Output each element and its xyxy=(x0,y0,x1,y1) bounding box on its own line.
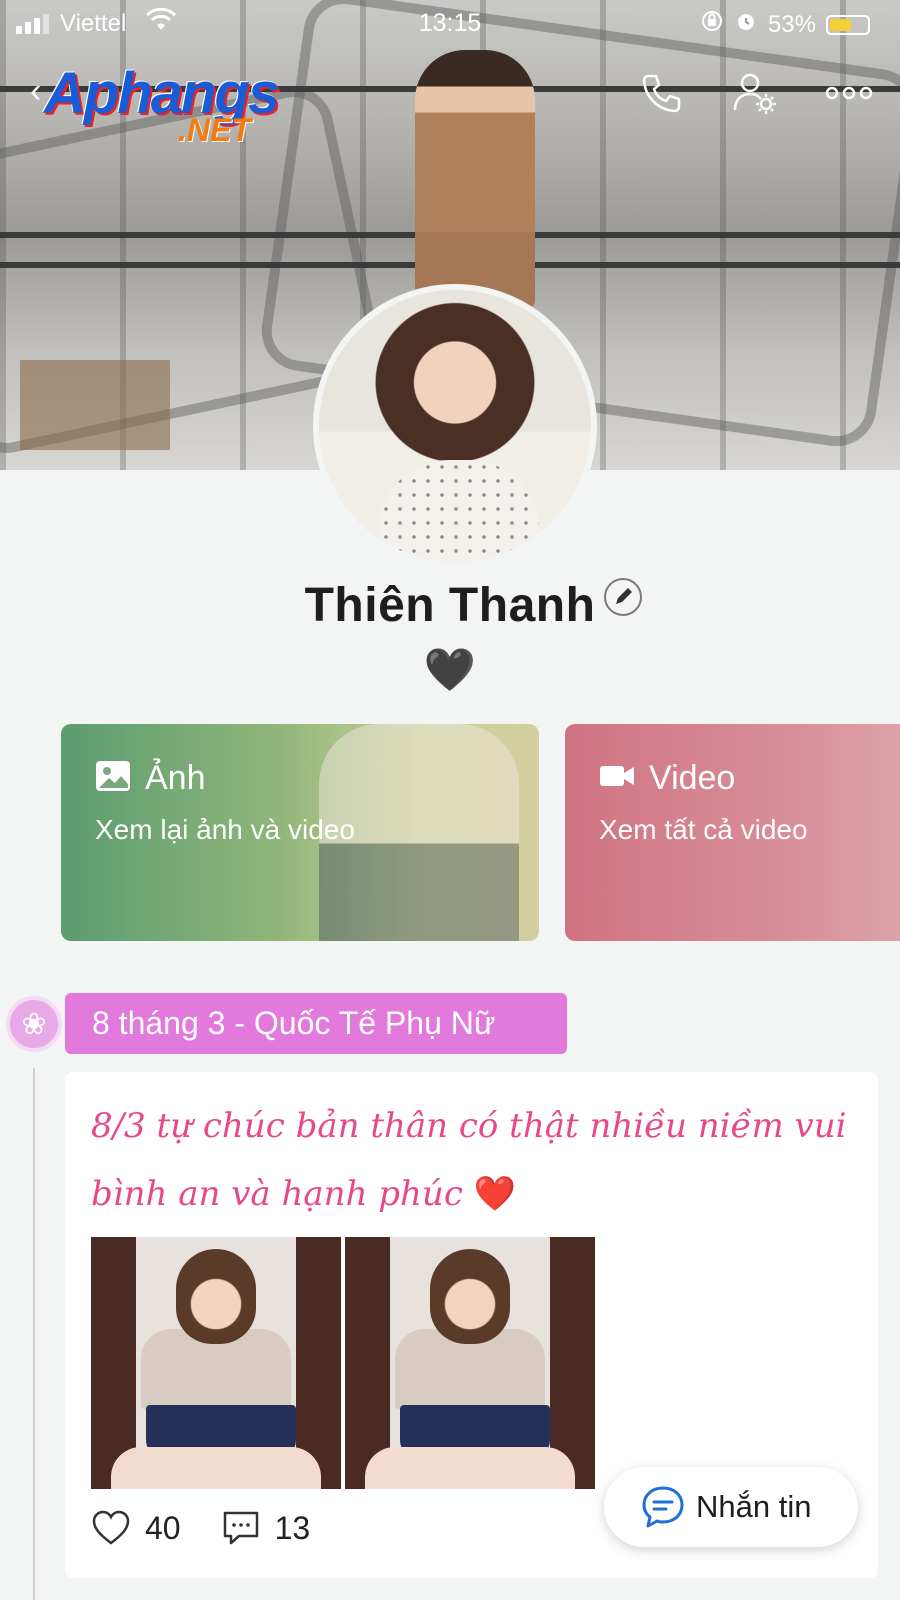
site-logo: Aphangs .NET xyxy=(44,60,280,148)
alarm-icon xyxy=(734,9,758,40)
status-bar: Viettel 13:15 53% xyxy=(0,0,900,46)
event-tag[interactable]: 8 tháng 3 - Quốc Tế Phụ Nữ xyxy=(65,993,567,1054)
post-photo-2[interactable] xyxy=(345,1237,595,1489)
status-emoji: 🖤 xyxy=(423,646,477,693)
comment-icon[interactable] xyxy=(221,1508,261,1548)
back-icon[interactable]: ‹ xyxy=(30,72,41,111)
timeline-line xyxy=(33,1068,35,1600)
rotation-lock-icon xyxy=(700,9,724,40)
photos-card[interactable]: Ảnh Xem lại ảnh và video xyxy=(61,724,539,941)
video-icon xyxy=(599,758,635,799)
rose-icon: ❀ xyxy=(6,996,62,1052)
post-body: 8/3 tự chúc bản thân có thật nhiều niềm … xyxy=(91,1106,847,1214)
profile-name: Thiên Thanh xyxy=(304,579,596,632)
image-icon xyxy=(95,758,131,799)
post-text: 8/3 tự chúc bản thân có thật nhiều niềm … xyxy=(91,1092,851,1228)
top-nav: ‹ Aphangs .NET xyxy=(0,60,900,148)
profile-name-row: Thiên Thanh xyxy=(0,578,900,633)
videos-card[interactable]: Video Xem tất cả video xyxy=(565,724,900,941)
more-icon[interactable] xyxy=(824,68,874,118)
chat-bubble-icon xyxy=(642,1486,684,1528)
photos-card-title: Ảnh xyxy=(145,759,206,797)
comment-count: 13 xyxy=(274,1509,311,1546)
heart-icon[interactable] xyxy=(91,1508,131,1548)
videos-card-subtitle: Xem tất cả video xyxy=(599,814,808,845)
profile-avatar[interactable] xyxy=(313,284,597,568)
post-photo-1[interactable] xyxy=(91,1237,341,1489)
message-button-label: Nhắn tin xyxy=(696,1489,812,1524)
like-count: 40 xyxy=(145,1509,181,1546)
videos-card-title: Video xyxy=(649,759,736,797)
photos-card-subtitle: Xem lại ảnh và video xyxy=(95,814,355,845)
battery-icon xyxy=(826,14,870,35)
battery-percent: 53% xyxy=(767,10,816,38)
phone-icon[interactable] xyxy=(636,68,686,118)
post-stats: 40 13 xyxy=(91,1508,350,1548)
red-heart-emoji: ❤️ xyxy=(473,1174,517,1214)
user-settings-icon[interactable] xyxy=(730,68,780,118)
edit-name-icon[interactable] xyxy=(604,578,642,616)
message-button[interactable]: Nhắn tin xyxy=(604,1467,858,1547)
logo-sub: .NET xyxy=(178,112,251,148)
